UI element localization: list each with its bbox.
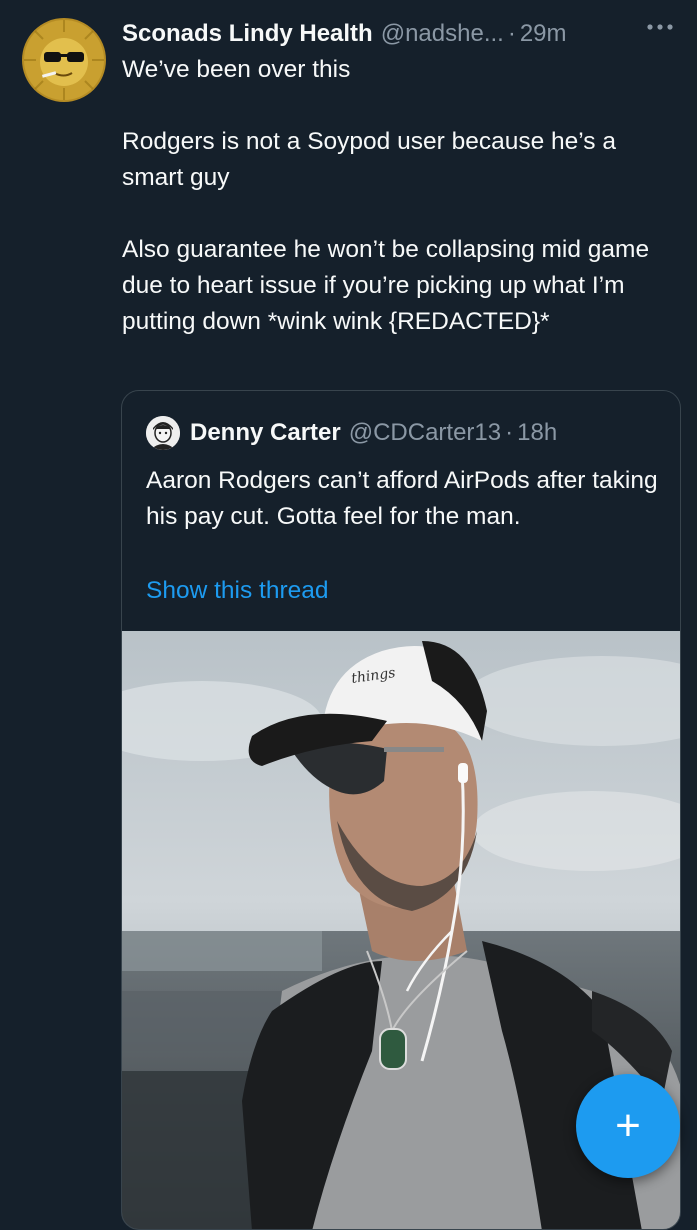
quoted-author-avatar: [146, 416, 180, 450]
sun-sunglasses-avatar-icon: [24, 20, 104, 100]
tweet-line: Also guarantee he won’t be collapsing mi…: [122, 236, 650, 335]
quoted-display-name: Denny Carter: [190, 419, 341, 446]
compose-tweet-button[interactable]: +: [576, 1074, 680, 1178]
quoted-timestamp: 18h: [517, 419, 558, 446]
more-options-icon[interactable]: [645, 12, 675, 42]
tweet-text: We’ve been over this Rodgers is not a So…: [122, 52, 682, 340]
separator-dot: ·: [505, 419, 514, 446]
author-avatar[interactable]: [22, 18, 106, 102]
quoted-tweet-header: Denny Carter @CDCarter13 · 18h: [146, 415, 557, 451]
person-avatar-icon: [146, 416, 180, 450]
tweet-header: Sconads Lindy Health @nadshe... · 29m: [122, 14, 677, 54]
quoted-tweet-text: Aaron Rodgers can’t afford AirPods after…: [146, 467, 658, 530]
timestamp[interactable]: 29m: [520, 20, 567, 48]
show-thread-link[interactable]: Show this thread: [146, 577, 329, 605]
plus-icon: +: [615, 1101, 641, 1150]
tweet-line: Rodgers is not a Soypod user because he’…: [122, 128, 616, 191]
tweet-line: We’ve been over this: [122, 56, 351, 83]
display-name[interactable]: Sconads Lindy Health: [122, 20, 373, 48]
tweet: Sconads Lindy Health @nadshe... · 29m We…: [0, 0, 697, 1230]
separator-dot: ·: [507, 20, 516, 47]
user-handle[interactable]: @nadshe...: [381, 20, 504, 48]
quoted-user-handle: @CDCarter13: [348, 419, 502, 446]
